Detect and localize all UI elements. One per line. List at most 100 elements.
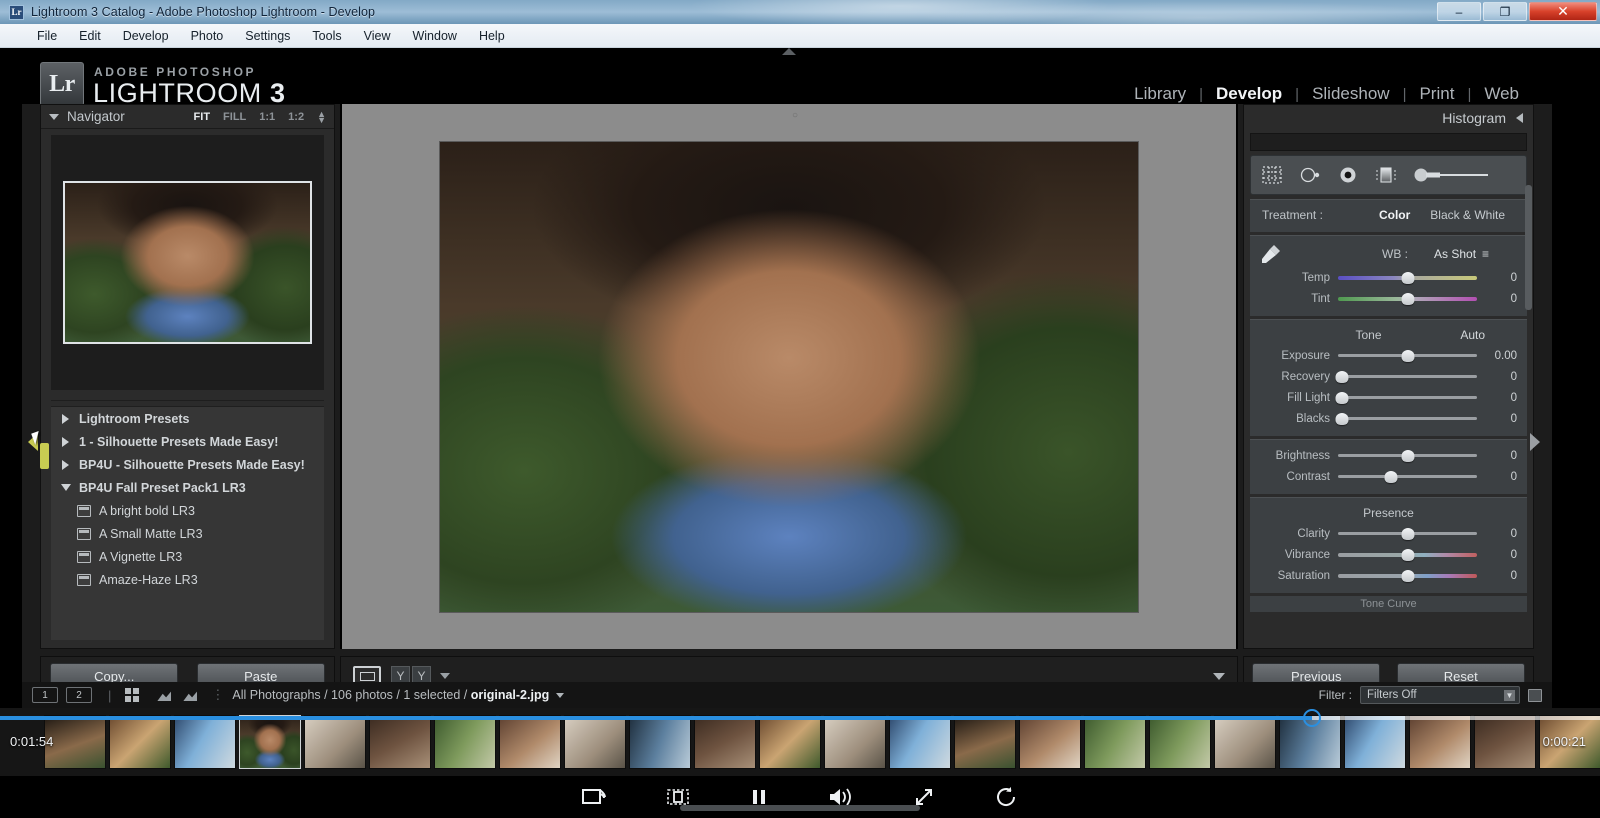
slider-track[interactable] xyxy=(1338,350,1477,362)
slider-exposure[interactable]: Exposure 0.00 xyxy=(1250,345,1527,366)
left-panel-drag-handle[interactable] xyxy=(40,443,49,469)
bottom-scrollbar[interactable] xyxy=(680,805,920,811)
module-print[interactable]: Print xyxy=(1406,84,1467,104)
filmstrip-thumb-11[interactable] xyxy=(694,715,756,769)
slider-knob[interactable] xyxy=(1401,350,1414,362)
minimize-button[interactable]: – xyxy=(1437,2,1481,21)
filmstrip-thumb-19[interactable] xyxy=(1214,715,1276,769)
chevron-down-icon[interactable] xyxy=(61,484,71,491)
slider-track[interactable] xyxy=(1335,371,1477,383)
zoom-1-2[interactable]: 1:2 xyxy=(288,111,304,123)
spot-removal-icon[interactable] xyxy=(1299,165,1321,185)
filmstrip-thumb-3[interactable] xyxy=(174,715,236,769)
slider-knob[interactable] xyxy=(1401,450,1414,462)
filmstrip-thumb-7[interactable] xyxy=(434,715,496,769)
slider-knob[interactable] xyxy=(1401,292,1414,305)
menu-settings[interactable]: Settings xyxy=(234,27,301,45)
page-indicator-2[interactable]: 2 xyxy=(66,687,92,703)
treatment-bw-option[interactable]: Black & White xyxy=(1420,208,1515,222)
slider-knob[interactable] xyxy=(1401,528,1414,540)
menu-photo[interactable]: Photo xyxy=(180,27,235,45)
filmstrip-thumb-4-selected[interactable] xyxy=(239,715,301,769)
menu-file[interactable]: File xyxy=(26,27,68,45)
slider-track[interactable] xyxy=(1335,392,1477,404)
treatment-color-option[interactable]: Color xyxy=(1369,208,1420,222)
white-balance-selector-icon[interactable] xyxy=(1260,243,1282,265)
slider-recovery[interactable]: Recovery 0 xyxy=(1250,366,1527,387)
graduated-filter-icon[interactable] xyxy=(1375,165,1397,185)
save-disk-icon[interactable] xyxy=(1528,688,1542,702)
preset-item-amaze-haze[interactable]: Amaze-Haze LR3 xyxy=(51,568,324,591)
navigator-preview[interactable] xyxy=(51,135,324,390)
next-photo-icon[interactable] xyxy=(183,691,198,701)
chevron-down-icon[interactable] xyxy=(556,692,565,698)
zoom-1-1[interactable]: 1:1 xyxy=(259,111,275,123)
top-panel-toggle[interactable] xyxy=(782,48,796,55)
zoom-fill[interactable]: FILL xyxy=(223,111,246,123)
page-indicator-1[interactable]: 1 xyxy=(32,687,58,703)
stepper-up-down-icon[interactable]: ▲ ▼ xyxy=(317,109,326,124)
main-photo[interactable] xyxy=(439,140,1139,613)
filmstrip-thumb-8[interactable] xyxy=(499,715,561,769)
chevron-left-icon[interactable] xyxy=(1516,113,1523,123)
chevron-right-icon[interactable] xyxy=(62,459,69,470)
slider-knob[interactable] xyxy=(1401,569,1414,582)
preset-group-bp4u-fall-pack[interactable]: BP4U Fall Preset Pack1 LR3 xyxy=(51,476,324,499)
slider-tint[interactable]: Tint 0 xyxy=(1250,288,1527,309)
filmstrip-thumb-22[interactable] xyxy=(1409,715,1471,769)
maximize-button[interactable]: ❐ xyxy=(1483,2,1527,21)
white-balance-value[interactable]: As Shot xyxy=(1434,247,1476,261)
chevron-down-icon[interactable] xyxy=(49,113,59,120)
image-canvas[interactable]: ○ xyxy=(340,104,1238,649)
cast-icon[interactable] xyxy=(581,786,607,808)
filmstrip-thumb-9[interactable] xyxy=(564,715,626,769)
menu-tools[interactable]: Tools xyxy=(301,27,352,45)
filmstrip-thumb-21[interactable] xyxy=(1344,715,1406,769)
slider-brightness[interactable]: Brightness 0 xyxy=(1250,445,1527,466)
filmstrip-thumb-15[interactable] xyxy=(954,715,1016,769)
filmstrip-thumb-16[interactable] xyxy=(1019,715,1081,769)
chevron-right-icon[interactable] xyxy=(62,436,69,447)
tone-auto-button[interactable]: Auto xyxy=(1460,325,1485,345)
slider-vibrance[interactable]: Vibrance 0 xyxy=(1250,544,1527,565)
zoom-fit[interactable]: FIT xyxy=(194,111,211,123)
filmstrip-thumb-5[interactable] xyxy=(304,715,366,769)
right-panel-toggle-icon[interactable] xyxy=(1530,433,1540,451)
replay-icon[interactable] xyxy=(995,786,1019,808)
module-library[interactable]: Library xyxy=(1121,84,1199,104)
toolbar-expand-icon[interactable] xyxy=(1213,672,1225,680)
filmstrip-thumb-6[interactable] xyxy=(369,715,431,769)
previous-photo-icon[interactable] xyxy=(157,691,172,701)
module-web[interactable]: Web xyxy=(1471,84,1532,104)
slider-knob[interactable] xyxy=(1401,548,1414,561)
chevron-down-icon[interactable]: ▼ xyxy=(1504,690,1515,701)
slider-knob[interactable] xyxy=(1384,471,1398,483)
preset-item-a-vignette[interactable]: A Vignette LR3 xyxy=(51,545,324,568)
catalog-path[interactable]: All Photographs / 106 photos / 1 selecte… xyxy=(232,688,549,702)
menu-edit[interactable]: Edit xyxy=(68,27,112,45)
white-balance-menu-icon[interactable]: ≡ xyxy=(1482,247,1489,261)
preset-group-bp4u-silhouette[interactable]: BP4U - Silhouette Presets Made Easy! xyxy=(51,453,324,476)
slider-knob[interactable] xyxy=(1335,413,1349,425)
filmstrip-thumb-17[interactable] xyxy=(1084,715,1146,769)
right-panel-scrollbar[interactable] xyxy=(1525,185,1532,310)
menu-window[interactable]: Window xyxy=(401,27,467,45)
slider-track[interactable] xyxy=(1338,471,1477,483)
menu-help[interactable]: Help xyxy=(468,27,516,45)
module-slideshow[interactable]: Slideshow xyxy=(1299,84,1403,104)
slider-track[interactable] xyxy=(1338,450,1477,462)
module-develop[interactable]: Develop xyxy=(1203,84,1295,104)
histogram-graph[interactable] xyxy=(1250,133,1527,151)
tone-curve-section-header[interactable]: Tone Curve xyxy=(1250,596,1527,612)
slider-track[interactable] xyxy=(1338,569,1477,582)
slider-knob[interactable] xyxy=(1335,371,1349,383)
filter-select[interactable]: Filters Off ▼ xyxy=(1360,686,1520,704)
slider-contrast[interactable]: Contrast 0 xyxy=(1250,466,1527,487)
filmstrip-thumb-18[interactable] xyxy=(1149,715,1211,769)
grid-view-icon[interactable] xyxy=(125,688,140,702)
histogram-header[interactable]: Histogram xyxy=(1244,105,1533,131)
filmstrip-thumb-23[interactable] xyxy=(1474,715,1536,769)
adjustment-brush-icon[interactable] xyxy=(1413,165,1491,185)
close-button[interactable]: ✕ xyxy=(1529,2,1597,21)
chevron-right-icon[interactable] xyxy=(62,413,69,424)
